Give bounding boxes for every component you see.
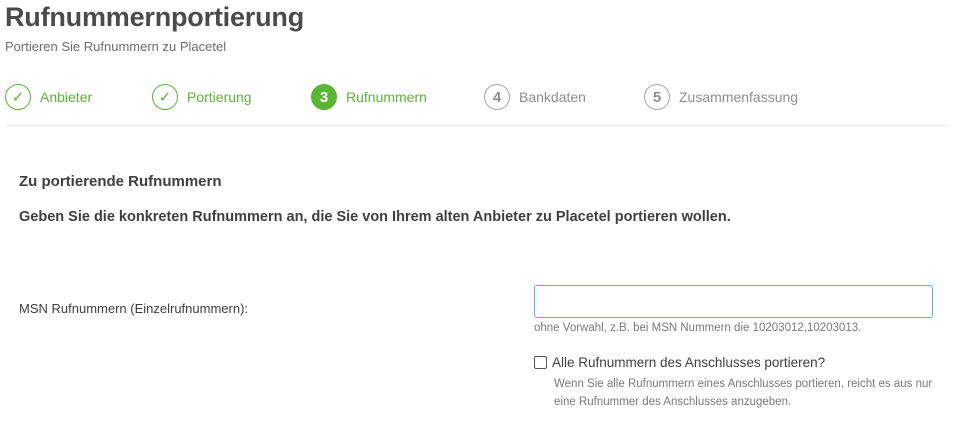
all-numbers-label[interactable]: Alle Rufnummern des Anschlusses portiere…: [552, 355, 825, 370]
checkmark-icon: ✓: [152, 84, 178, 110]
page-title: Rufnummernportierung: [5, 2, 304, 32]
progress-steps: ✓ Anbieter ✓ Portierung 3 Rufnummern 4 B…: [0, 82, 953, 112]
step-portierung[interactable]: ✓ Portierung: [152, 82, 252, 112]
all-numbers-hint: Wenn Sie alle Rufnummern eines Anschluss…: [554, 378, 933, 408]
all-numbers-option[interactable]: Alle Rufnummern des Anschlusses portiere…: [534, 355, 825, 370]
msn-field-hint: ohne Vorwahl, z.B. bei MSN Nummern die 1…: [534, 322, 862, 334]
step-number: 3: [311, 84, 337, 110]
step-zusammenfassung: 5 Zusammenfassung: [644, 82, 798, 112]
checkmark-icon: ✓: [5, 84, 31, 110]
step-label: Rufnummern: [346, 89, 427, 105]
divider: [5, 125, 948, 126]
step-label: Zusammenfassung: [679, 89, 799, 105]
step-label: Portierung: [187, 89, 252, 105]
section-title: Zu portierende Rufnummern: [19, 173, 222, 190]
step-label: Bankdaten: [519, 89, 586, 105]
step-anbieter[interactable]: ✓ Anbieter: [5, 82, 92, 112]
step-rufnummern[interactable]: 3 Rufnummern: [311, 82, 427, 112]
all-numbers-checkbox[interactable]: [534, 356, 547, 369]
msn-field-label: MSN Rufnummern (Einzelrufnummern):: [19, 301, 249, 316]
msn-input[interactable]: [534, 285, 933, 318]
page-subtitle: Portieren Sie Rufnummern zu Placetel: [5, 39, 227, 54]
step-label: Anbieter: [40, 89, 93, 105]
step-number: 4: [484, 84, 510, 110]
step-number: 5: [644, 84, 670, 110]
step-bankdaten: 4 Bankdaten: [484, 82, 586, 112]
section-lead: Geben Sie die konkreten Rufnummern an, d…: [19, 209, 731, 225]
